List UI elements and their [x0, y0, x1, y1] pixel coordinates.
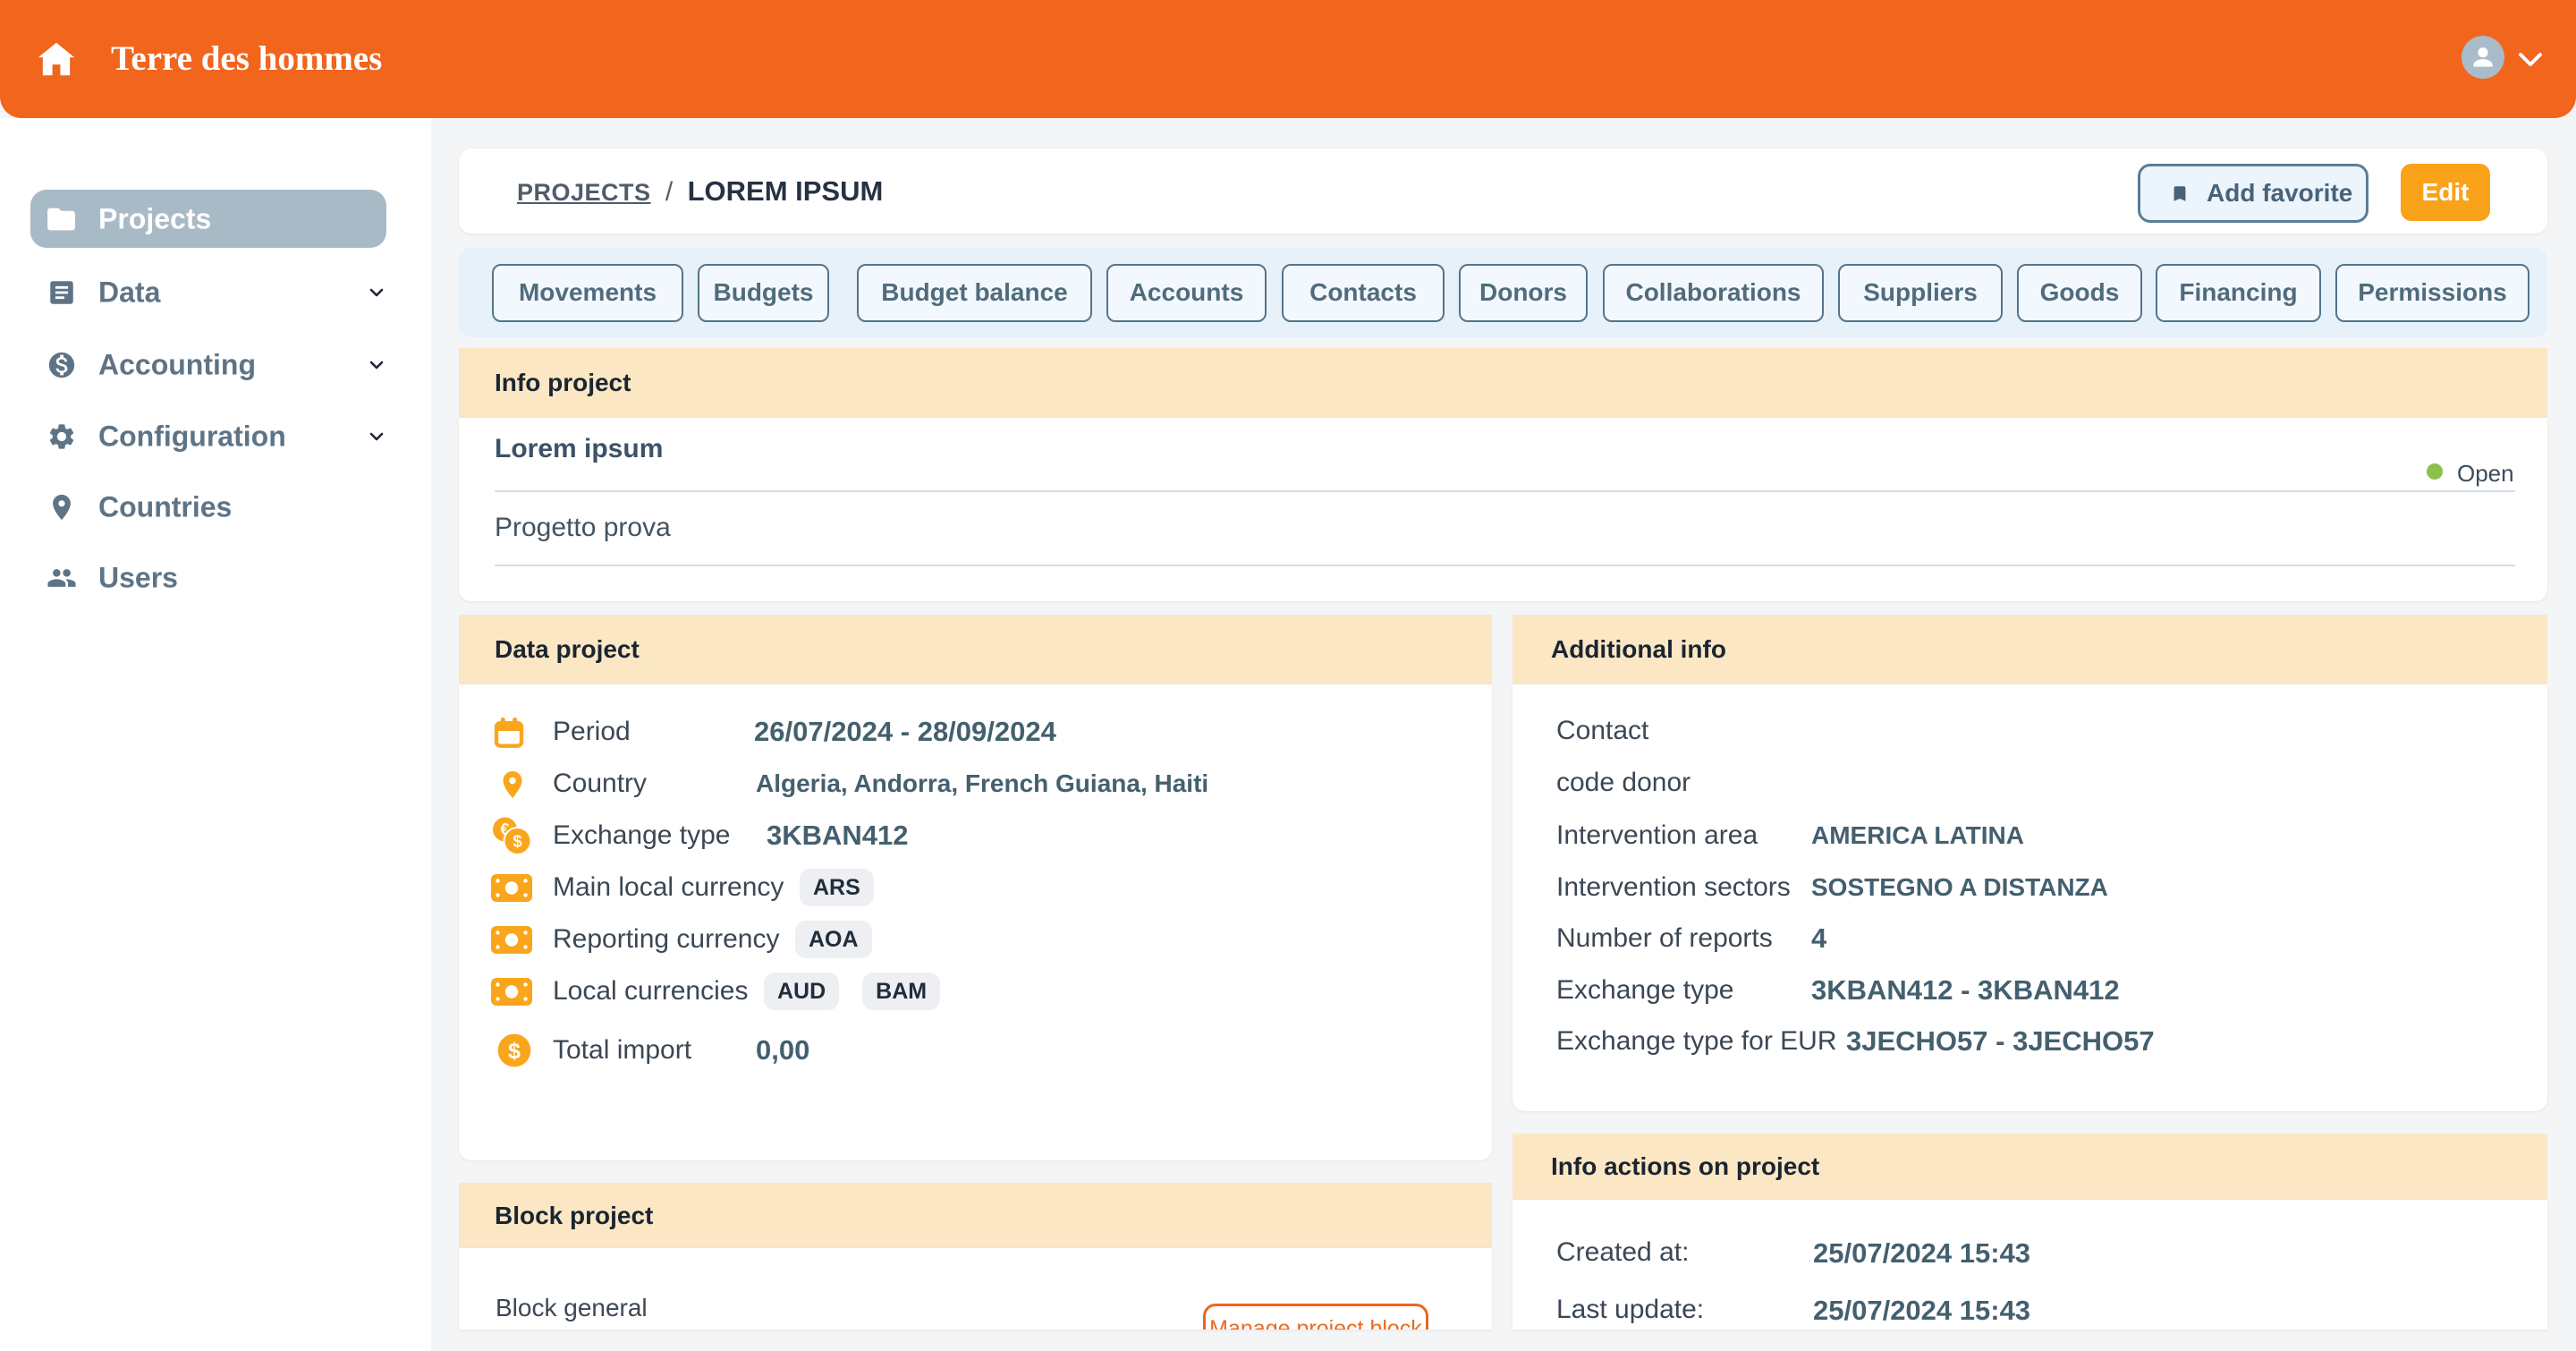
svg-text:$: $: [513, 832, 522, 851]
svg-text:$: $: [508, 1039, 521, 1064]
